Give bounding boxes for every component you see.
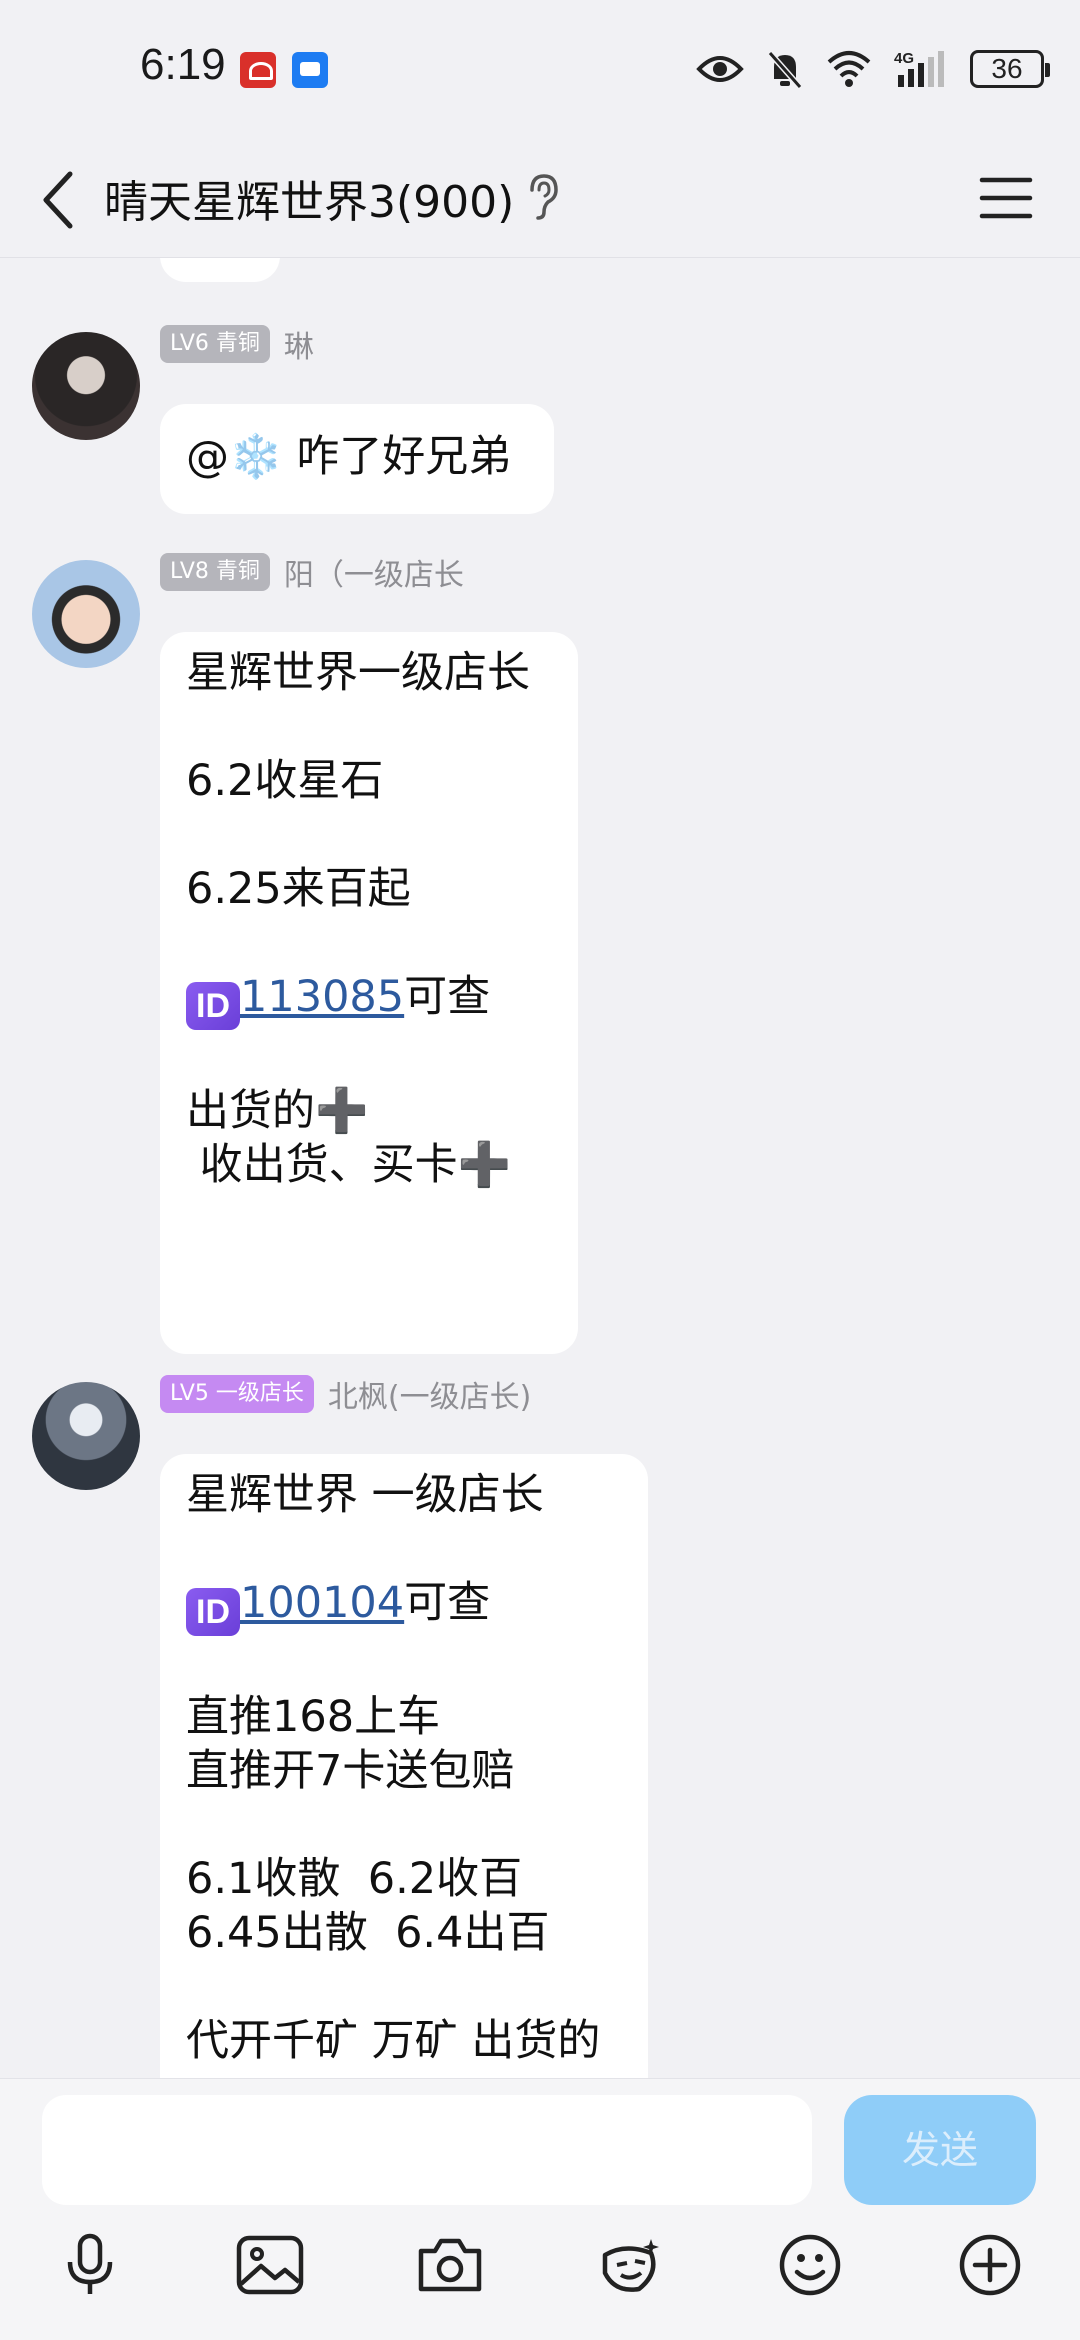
back-icon	[43, 171, 73, 229]
input-bar: 发送	[0, 2078, 1080, 2340]
id-link[interactable]: 113085	[240, 972, 404, 1022]
message-text: 可查	[404, 1578, 491, 1628]
back-button[interactable]	[30, 162, 90, 232]
message-list[interactable]: LV6 青铜 琳 @❄️ 咋了好兄弟 LV8 青铜 阳（一级店长 星辉世界一级店…	[0, 258, 1080, 2078]
status-time: 6:19	[140, 40, 226, 89]
mute-bell-icon	[767, 51, 803, 89]
chat-title: 晴天星辉世界3(900)	[104, 177, 515, 228]
message-line: 6.1收散 6.2收百	[186, 1854, 523, 1904]
battery-icon: 36	[970, 50, 1050, 88]
message-line: 星辉世界一级店长	[186, 648, 530, 698]
message-bubble[interactable]: 星辉世界 一级店长 ID 100104可查直推168上车 直推开7卡送包赔 6.1收散 …	[160, 1454, 648, 2078]
message-line: 收出货、买卡➕	[186, 1140, 512, 1190]
sender-info: LV5 一级店长 北枫(一级店长)	[160, 1372, 531, 1416]
message-input[interactable]	[42, 2095, 812, 2205]
image-icon	[236, 2235, 304, 2295]
sender-name[interactable]: 琳	[284, 322, 314, 366]
status-bar: 6:19 4G 36	[0, 0, 1080, 140]
image-button[interactable]	[230, 2225, 310, 2305]
message-line: 6.2收星石	[186, 756, 384, 806]
message-line: 直推开7卡送包赔	[186, 1746, 515, 1796]
message-line: 6.25来百起	[186, 864, 411, 914]
svg-text:4G: 4G	[894, 50, 914, 67]
emoji-button[interactable]	[770, 2225, 850, 2305]
huawei-app-icon	[240, 52, 276, 88]
4g-signal-icon: 4G	[894, 50, 944, 87]
plus-icon	[959, 2234, 1021, 2296]
message-line: 6.45出散 6.4出百	[186, 1908, 550, 1958]
sender-info: LV6 青铜 琳	[160, 322, 314, 366]
menu-button[interactable]	[976, 168, 1036, 228]
emoji-icon	[779, 2234, 841, 2296]
sender-name[interactable]: 阳（一级店长	[284, 550, 464, 594]
sender-name[interactable]: 北枫(一级店长)	[328, 1372, 531, 1416]
previous-message-bubble	[160, 258, 280, 282]
ear-icon[interactable]	[522, 170, 562, 222]
id-icon: ID	[186, 1588, 240, 1636]
message-line: 代开千矿 万矿 出货的	[186, 2016, 601, 2066]
id-link[interactable]: 100104	[240, 1578, 404, 1628]
message-line: ID 100104可查	[186, 1576, 622, 1636]
system-icons: 4G 36	[696, 44, 1050, 94]
message-bubble[interactable]: 星辉世界一级店长 6.2收星石 6.25来百起 ID 113085可查出货的➕ 收出货、…	[160, 632, 578, 1354]
messages-app-icon	[292, 52, 328, 88]
sticker-button[interactable]	[590, 2225, 670, 2305]
avatar[interactable]	[32, 560, 140, 668]
level-badge: LV6 青铜	[160, 325, 270, 363]
microphone-icon	[67, 2233, 113, 2294]
level-badge: LV5 一级店长	[160, 1375, 314, 1413]
camera-icon	[418, 2238, 482, 2292]
level-badge: LV8 青铜	[160, 553, 270, 591]
sender-info: LV8 青铜 阳（一级店长	[160, 550, 464, 594]
avatar[interactable]	[32, 332, 140, 440]
chat-header: 晴天星辉世界3(900)	[0, 140, 1080, 258]
eye-icon	[696, 56, 744, 82]
message-line: 星辉世界 一级店长	[186, 1470, 544, 1520]
menu-icon	[979, 177, 1033, 219]
message-line: 直推168上车	[186, 1692, 441, 1742]
message-text: 可查	[404, 972, 491, 1022]
message-line: ID 113085可查	[186, 970, 552, 1030]
wifi-icon	[827, 51, 871, 87]
sticker-icon	[602, 2239, 659, 2292]
input-toolbar	[0, 2225, 1080, 2305]
send-button[interactable]: 发送	[844, 2095, 1036, 2205]
id-icon: ID	[186, 982, 240, 1030]
camera-button[interactable]	[410, 2225, 490, 2305]
avatar[interactable]	[32, 1382, 140, 1490]
microphone-button[interactable]	[50, 2225, 130, 2305]
message-bubble[interactable]: @❄️ 咋了好兄弟	[160, 404, 554, 514]
message-text: @❄️ 咋了好兄弟	[186, 432, 512, 482]
plus-button[interactable]	[950, 2225, 1030, 2305]
message-line: 出货的➕	[186, 1086, 369, 1136]
